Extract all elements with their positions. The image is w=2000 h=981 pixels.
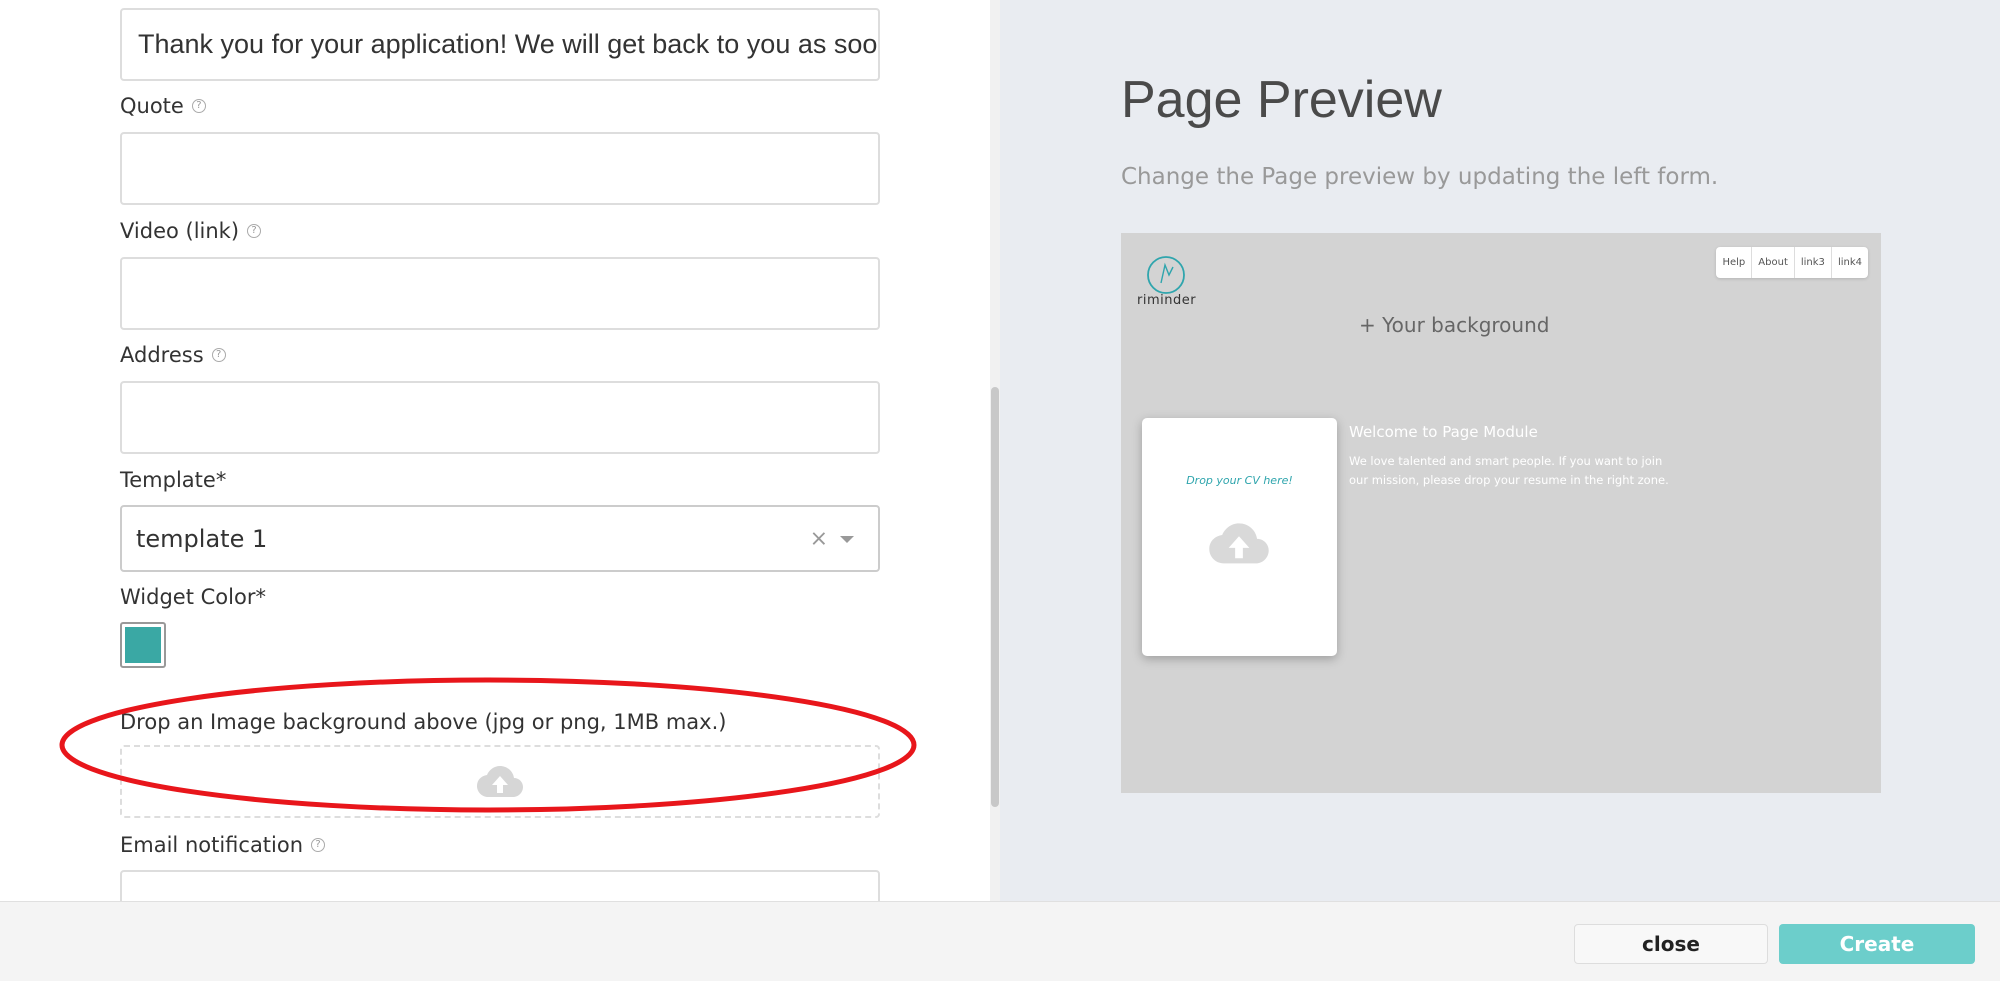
background-placeholder: + Your background <box>1359 313 1550 337</box>
widget-color-label: Widget Color* <box>120 585 266 609</box>
help-icon[interactable]: ? <box>247 224 262 238</box>
nav-link-help[interactable]: Help <box>1716 247 1753 278</box>
template-select[interactable]: template 1 × <box>120 505 880 572</box>
email-notification-label: Email notification ? <box>120 833 326 857</box>
widget-color-label-text: Widget Color* <box>120 585 266 609</box>
preview-nav: Help About link3 link4 <box>1716 247 1868 278</box>
address-label-text: Address <box>120 343 204 367</box>
template-label: Template* <box>120 468 226 492</box>
chevron-down-icon[interactable] <box>840 535 854 543</box>
close-button[interactable]: close <box>1574 924 1768 964</box>
confirmation-message-input[interactable]: Thank you for your application! We will … <box>120 8 880 81</box>
cloud-upload-icon <box>477 765 523 797</box>
quote-input[interactable] <box>120 132 880 205</box>
widget-color-picker[interactable] <box>120 622 166 668</box>
preview-panel: Page Preview Change the Page preview by … <box>1000 0 2000 901</box>
create-button[interactable]: Create <box>1779 924 1975 964</box>
email-notification-label-text: Email notification <box>120 833 304 857</box>
cloud-upload-icon <box>1209 523 1269 564</box>
clear-icon[interactable]: × <box>810 526 828 551</box>
nav-link-link3[interactable]: link3 <box>1795 247 1832 278</box>
welcome-title: Welcome to Page Module <box>1349 423 1538 441</box>
preview-subtitle: Change the Page preview by updating the … <box>1121 164 1719 190</box>
nav-link-link4[interactable]: link4 <box>1832 247 1868 278</box>
email-notification-input[interactable] <box>120 870 880 901</box>
help-icon[interactable]: ? <box>191 99 206 113</box>
logo-text: riminder <box>1137 293 1197 308</box>
address-input[interactable] <box>120 381 880 454</box>
confirmation-message-value: Thank you for your application! We will … <box>138 29 880 59</box>
dropzone-label-text: Drop an Image background above (jpg or p… <box>120 710 727 734</box>
scrollbar-thumb[interactable] <box>991 387 999 807</box>
template-selected-value: template 1 <box>136 524 268 553</box>
image-background-dropzone[interactable] <box>120 745 880 818</box>
riminder-logo: riminder <box>1135 253 1199 309</box>
cv-drop-card: Drop your CV here! <box>1142 418 1337 656</box>
help-icon[interactable]: ? <box>311 838 326 852</box>
preview-canvas: riminder Help About link3 link4 + Your b… <box>1121 233 1881 793</box>
template-label-text: Template* <box>120 468 227 492</box>
quote-label: Quote ? <box>120 94 206 118</box>
cv-card-text: Drop your CV here! <box>1186 474 1293 487</box>
video-label-text: Video (link) <box>120 219 240 243</box>
video-label: Video (link) ? <box>120 219 262 243</box>
help-icon[interactable]: ? <box>211 348 226 362</box>
nav-link-about[interactable]: About <box>1752 247 1795 278</box>
modal-footer: close Create <box>0 901 2000 981</box>
form-panel: Thank you for your application! We will … <box>0 0 990 901</box>
quote-label-text: Quote <box>120 94 184 118</box>
address-label: Address ? <box>120 343 226 367</box>
color-swatch-fill <box>125 627 161 663</box>
welcome-text: We love talented and smart people. If yo… <box>1349 454 1669 487</box>
page-title: Page Preview <box>1121 71 1442 129</box>
dropzone-label: Drop an Image background above (jpg or p… <box>120 710 726 734</box>
video-link-input[interactable] <box>120 257 880 330</box>
